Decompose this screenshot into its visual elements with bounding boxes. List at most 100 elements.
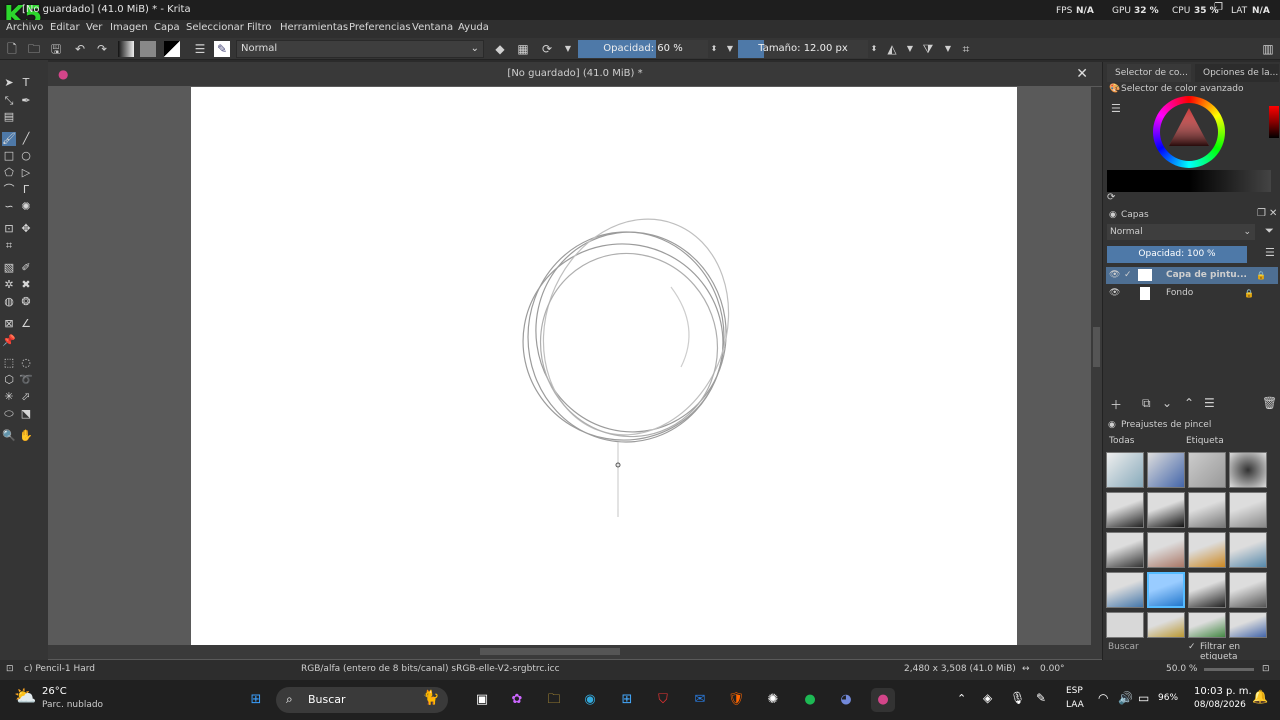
vertical-scrollbar[interactable] (1091, 87, 1102, 645)
contiguous-select-icon[interactable]: ✳ (2, 390, 16, 404)
preset-ink-pen[interactable] (1106, 492, 1144, 528)
presets-filter-select[interactable]: Todas (1106, 434, 1176, 449)
brave-icon[interactable]: 🛡 (724, 688, 748, 712)
polyline-tool-icon[interactable]: ▷ (19, 166, 33, 180)
bezier-tool-icon[interactable]: ⌒ (2, 183, 16, 197)
reference-tool-icon[interactable]: 📌 (2, 334, 16, 348)
battery-icon[interactable]: ▭ (1138, 691, 1149, 705)
layer-row-paint[interactable]: 👁 ✓ Capa de pintu... 🔒 (1106, 267, 1278, 284)
menu-archivo[interactable]: Archivo (6, 22, 43, 33)
move-tool-icon[interactable]: ✥ (19, 222, 33, 236)
zoom-tool-icon[interactable]: 🔍 (2, 429, 16, 443)
chevron-down-icon[interactable]: ▼ (902, 41, 918, 57)
fill-tool-icon[interactable]: ◍ (2, 295, 16, 309)
microphone-icon[interactable]: 🎙 (1010, 691, 1025, 705)
add-layer-icon[interactable]: ＋ (1110, 396, 1122, 413)
taskbar-search[interactable]: ⌕ Buscar 🐈 (276, 687, 448, 713)
ellipse-tool-icon[interactable]: ○ (19, 149, 33, 163)
filter-tag-checkbox[interactable]: ✓ (1188, 642, 1196, 652)
preset-pencil-hb[interactable] (1106, 572, 1144, 608)
similar-select-icon[interactable]: ⬀ (19, 390, 33, 404)
brush-preset-icon[interactable]: ✎ (214, 41, 230, 57)
opacity-slider[interactable]: Opacidad: 60 % (578, 40, 708, 58)
preset-pencil-blue[interactable] (1147, 452, 1185, 488)
size-slider[interactable]: Tamaño: 12.00 px (738, 40, 868, 58)
transform-tool-icon[interactable]: ⊡ (2, 222, 16, 236)
edge-icon[interactable]: ◉ (578, 688, 602, 712)
chatgpt-icon[interactable]: ✺ (761, 688, 785, 712)
duplicate-layer-icon[interactable]: ⧉ (1142, 396, 1151, 411)
language-code[interactable]: ESP (1066, 686, 1083, 696)
menu-ver[interactable]: Ver (86, 22, 102, 33)
refresh-icon[interactable]: ⟳ (1107, 192, 1115, 203)
status-rotation[interactable]: 0.00° (1040, 660, 1065, 678)
document-tab-title[interactable]: [No guardado] (41.0 MiB) * (507, 68, 642, 79)
menu-editar[interactable]: Editar (50, 22, 80, 33)
windows-start-icon[interactable]: ⊞ (244, 688, 268, 712)
preset-extra-1[interactable] (1106, 612, 1144, 638)
dynamic-brush-icon[interactable]: ∽ (2, 200, 16, 214)
preset-pencil-blue-2[interactable] (1229, 532, 1267, 568)
edit-shapes-icon[interactable]: ⤡ (2, 94, 16, 108)
multibrush-icon[interactable]: ✺ (19, 200, 33, 214)
magnetic-select-icon[interactable]: ⬔ (19, 407, 33, 421)
restore-icon[interactable]: ❐ (1214, 2, 1223, 13)
presets-tag-select[interactable]: Etiqueta (1186, 434, 1242, 449)
preset-pen-dark[interactable] (1188, 572, 1226, 608)
stepper-icon[interactable]: ⬍ (866, 41, 882, 57)
notifications-icon[interactable]: 🔔 (1252, 690, 1268, 705)
weather-icon[interactable]: ⛅ (14, 686, 36, 707)
open-folder-icon[interactable]: 🗀 (26, 41, 42, 57)
mirror-vertical-icon[interactable]: ⧩ (920, 41, 936, 57)
lock-icon[interactable]: 🔒 (1256, 267, 1266, 284)
eye-icon[interactable]: 👁 (1109, 285, 1120, 302)
crop-tool-icon[interactable]: ⌗ (2, 239, 16, 253)
assistant-tool-icon[interactable]: ⊠ (2, 317, 16, 331)
menu-icon[interactable]: ☰ (1265, 246, 1275, 259)
reload-icon[interactable]: ⟳ (539, 41, 555, 57)
menu-preferencias[interactable]: Preferencias (349, 22, 411, 33)
pan-tool-icon[interactable]: ✋ (19, 429, 33, 443)
preset-brush-ink[interactable] (1106, 532, 1144, 568)
eye-icon[interactable]: 👁 (1109, 267, 1120, 284)
preset-marker[interactable] (1147, 492, 1185, 528)
status-zoom[interactable]: 50.0 % (1166, 660, 1197, 678)
smart-patch-icon[interactable]: ✖ (19, 278, 33, 292)
save-icon[interactable]: 🖫 (48, 41, 64, 57)
list-icon[interactable]: ☰ (1111, 102, 1121, 115)
keyboard-layout[interactable]: LAA (1066, 700, 1084, 710)
rectangle-tool-icon[interactable]: □ (2, 149, 16, 163)
store-icon[interactable]: ⊞ (615, 688, 639, 712)
task-view-icon[interactable]: ▣ (470, 688, 494, 712)
layers-opacity-slider[interactable]: Opacidad: 100 % (1107, 246, 1247, 263)
layer-name[interactable]: Fondo (1166, 285, 1193, 302)
select-shapes-icon[interactable]: ➤ (2, 76, 16, 90)
pen-icon[interactable]: ✎ (1036, 691, 1046, 705)
polygon-tool-icon[interactable]: ⬠ (2, 166, 16, 180)
mcafee-icon[interactable]: ⛉ (651, 688, 675, 712)
layer-row-background[interactable]: 👁 Fondo 🔒 (1106, 285, 1278, 302)
mirror-horizontal-icon[interactable]: ◭ (884, 41, 900, 57)
spotify-icon[interactable]: ● (798, 688, 822, 712)
delete-layer-icon[interactable]: 🗑 (1262, 396, 1277, 410)
pattern-swatch[interactable] (140, 41, 156, 57)
eraser-icon[interactable]: ◆ (492, 41, 508, 57)
menu-capa[interactable]: Capa (154, 22, 180, 33)
undo-icon[interactable]: ↶ (72, 41, 88, 57)
ellipse-select-icon[interactable]: ◌ (19, 356, 33, 370)
enclose-fill-icon[interactable]: ❂ (19, 295, 33, 309)
rotate-icon[interactable]: ↔ (1022, 660, 1030, 678)
menu-herramientas[interactable]: Herramientas (280, 22, 348, 33)
move-down-icon[interactable]: ⌄ (1162, 396, 1172, 410)
file-explorer-icon[interactable]: 🗀 (542, 688, 566, 712)
preset-pencil-orange[interactable] (1188, 532, 1226, 568)
new-document-icon[interactable]: 🗋 (4, 41, 20, 57)
zoom-slider[interactable] (1204, 668, 1254, 671)
color-strip[interactable] (1269, 106, 1279, 138)
measure-tool-icon[interactable]: ∠ (19, 317, 33, 331)
chevron-down-icon[interactable]: ▼ (940, 41, 956, 57)
preset-pencil-1-hard[interactable] (1147, 572, 1185, 608)
tray-app-icon[interactable]: ◈ (983, 691, 992, 705)
freehand-path-icon[interactable]: ᒥ (19, 183, 33, 197)
redo-icon[interactable]: ↷ (94, 41, 110, 57)
